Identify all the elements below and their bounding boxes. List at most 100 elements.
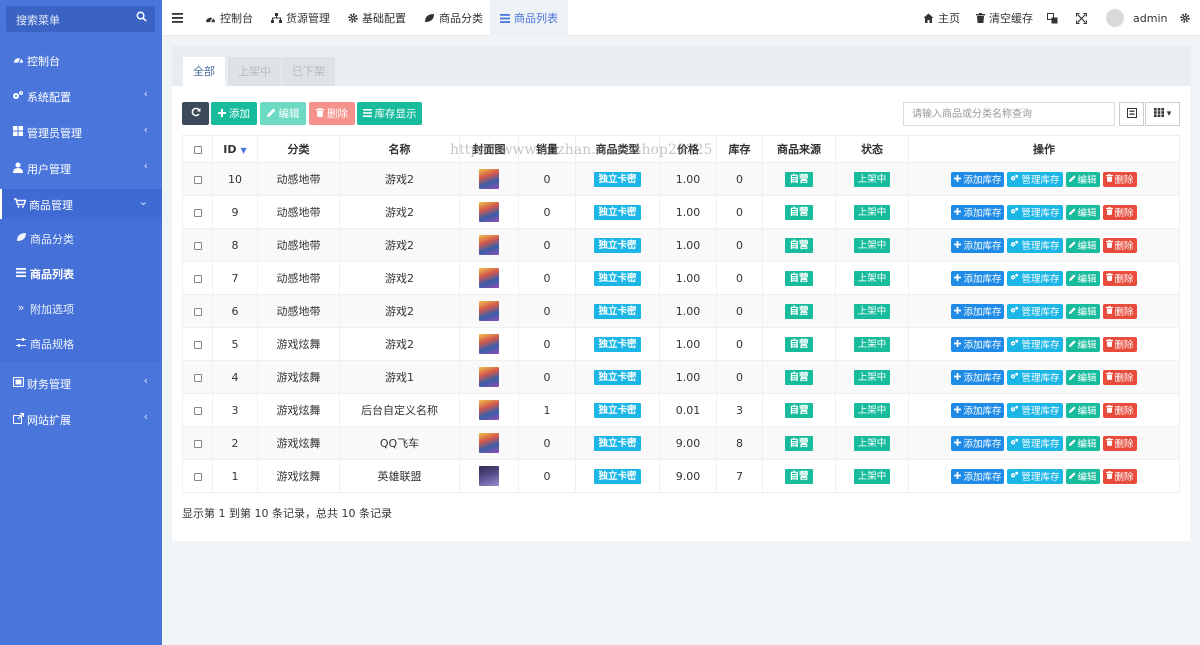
cover-thumbnail[interactable] [479,400,499,420]
row-delete-button[interactable]: 删除 [1102,171,1137,187]
row-delete-button[interactable]: 删除 [1102,270,1137,286]
tab-dashboard[interactable]: 控制台 [205,0,253,36]
cover-thumbnail[interactable] [479,235,499,255]
row-checkbox[interactable] [193,373,202,382]
status-toggle[interactable]: 上架中 [853,369,891,385]
add-stock-button[interactable]: 添加库存 [951,237,1005,253]
table-row[interactable]: 8 动感地带 游戏2 0 独立卡密 1.00 0 自营 上架中 添加库存 管理库存 编辑 删除 [182,228,1180,262]
filter-tab-all[interactable]: 全部 [183,57,225,86]
sidebar-search[interactable]: 搜索菜单 [6,6,155,32]
filter-tab-on-shelf[interactable]: 上架中 [228,57,281,86]
row-delete-button[interactable]: 删除 [1102,402,1137,418]
sidebar-item-admin-manage[interactable]: 管理员管理 ‹ [0,117,162,147]
status-toggle[interactable]: 上架中 [853,171,891,187]
row-checkbox[interactable] [193,439,202,448]
refresh-button[interactable] [182,102,209,125]
row-edit-button[interactable]: 编辑 [1065,369,1100,385]
add-button[interactable]: 添加 [211,102,257,125]
manage-stock-button[interactable]: 管理库存 [1007,336,1063,352]
manage-stock-button[interactable]: 管理库存 [1007,171,1063,187]
manage-stock-button[interactable]: 管理库存 [1007,435,1063,451]
row-checkbox[interactable] [193,274,202,283]
columns-dropdown-button[interactable]: ▾ [1145,102,1180,126]
submenu-item-addon-options[interactable]: » 附加选项 [0,293,162,323]
row-edit-button[interactable]: 编辑 [1065,237,1100,253]
manage-stock-button[interactable]: 管理库存 [1007,303,1063,319]
status-toggle[interactable]: 上架中 [853,402,891,418]
row-checkbox[interactable] [193,175,202,184]
manage-stock-button[interactable]: 管理库存 [1007,402,1063,418]
add-stock-button[interactable]: 添加库存 [951,369,1005,385]
settings-button[interactable] [1180,0,1190,36]
row-checkbox[interactable] [193,406,202,415]
manage-stock-button[interactable]: 管理库存 [1007,204,1063,220]
table-row[interactable]: 1 游戏炫舞 英雄联盟 0 独立卡密 9.00 7 自营 上架中 添加库存 管理库存 编辑 删除 [182,459,1180,493]
row-edit-button[interactable]: 编辑 [1065,336,1100,352]
home-button[interactable]: 主页 [923,0,960,36]
column-header-id[interactable]: ID ▼ [212,135,258,163]
sidebar-item-finance[interactable]: 财务管理 ‹ [0,368,162,398]
row-delete-button[interactable]: 删除 [1102,237,1137,253]
row-edit-button[interactable]: 编辑 [1065,468,1100,484]
cover-thumbnail[interactable] [479,301,499,321]
cover-thumbnail[interactable] [479,367,499,387]
edit-button[interactable]: 编辑 [260,102,306,125]
submenu-item-specs[interactable]: 商品规格 [0,328,162,358]
row-delete-button[interactable]: 删除 [1102,204,1137,220]
sidebar-item-system-config[interactable]: 系统配置 ‹ [0,81,162,111]
status-toggle[interactable]: 上架中 [853,270,891,286]
row-edit-button[interactable]: 编辑 [1065,270,1100,286]
status-toggle[interactable]: 上架中 [853,303,891,319]
add-stock-button[interactable]: 添加库存 [951,171,1005,187]
add-stock-button[interactable]: 添加库存 [951,468,1005,484]
filter-tab-off-shelf[interactable]: 已下架 [282,57,335,86]
row-edit-button[interactable]: 编辑 [1065,402,1100,418]
table-row[interactable]: 5 游戏炫舞 游戏2 0 独立卡密 1.00 0 自营 上架中 添加库存 管理库存 编辑 删除 [182,327,1180,361]
row-edit-button[interactable]: 编辑 [1065,303,1100,319]
add-stock-button[interactable]: 添加库存 [951,435,1005,451]
tab-product-list[interactable]: 商品列表 [490,0,568,36]
sidebar-item-product-manage[interactable]: 商品管理 ⌄ [0,189,162,219]
cover-thumbnail[interactable] [479,268,499,288]
cover-thumbnail[interactable] [479,169,499,189]
row-delete-button[interactable]: 删除 [1102,468,1137,484]
add-stock-button[interactable]: 添加库存 [951,303,1005,319]
row-delete-button[interactable]: 删除 [1102,303,1137,319]
row-edit-button[interactable]: 编辑 [1065,204,1100,220]
table-row[interactable]: 6 动感地带 游戏2 0 独立卡密 1.00 0 自营 上架中 添加库存 管理库存 编辑 删除 [182,294,1180,328]
table-row[interactable]: 4 游戏炫舞 游戏1 0 独立卡密 1.00 0 自营 上架中 添加库存 管理库存 编辑 删除 [182,360,1180,394]
delete-button[interactable]: 删除 [309,102,355,125]
clear-cache-button[interactable]: 清空缓存 [976,0,1033,36]
status-toggle[interactable]: 上架中 [853,435,891,451]
sidebar-item-dashboard[interactable]: 控制台 [0,45,162,75]
row-checkbox[interactable] [193,307,202,316]
language-button[interactable] [1047,0,1058,36]
sidebar-item-site-extension[interactable]: 网站扩展 ‹ [0,404,162,434]
search-icon[interactable] [136,11,147,25]
table-row[interactable]: 7 动感地带 游戏2 0 独立卡密 1.00 0 自营 上架中 添加库存 管理库存 编辑 删除 [182,261,1180,295]
submenu-item-category[interactable]: 商品分类 [0,223,162,253]
cover-thumbnail[interactable] [479,466,499,486]
cover-thumbnail[interactable] [479,202,499,222]
manage-stock-button[interactable]: 管理库存 [1007,369,1063,385]
row-edit-button[interactable]: 编辑 [1065,171,1100,187]
table-row[interactable]: 2 游戏炫舞 QQ飞车 0 独立卡密 9.00 8 自营 上架中 添加库存 管理库存 编辑 删除 [182,426,1180,460]
row-checkbox[interactable] [193,241,202,250]
table-row[interactable]: 3 游戏炫舞 后台自定义名称 1 独立卡密 0.01 3 自营 上架中 添加库存 管理库存 编辑 删除 [182,393,1180,427]
stock-display-button[interactable]: 库存显示 [357,102,422,125]
table-row[interactable]: 9 动感地带 游戏2 0 独立卡密 1.00 0 自营 上架中 添加库存 管理库存 编辑 删除 [182,195,1180,229]
cover-thumbnail[interactable] [479,433,499,453]
add-stock-button[interactable]: 添加库存 [951,336,1005,352]
add-stock-button[interactable]: 添加库存 [951,402,1005,418]
status-toggle[interactable]: 上架中 [853,204,891,220]
sidebar-item-user-manage[interactable]: 用户管理 ‹ [0,153,162,183]
tab-basic-config[interactable]: 基础配置 [348,0,406,36]
row-delete-button[interactable]: 删除 [1102,369,1137,385]
status-toggle[interactable]: 上架中 [853,336,891,352]
row-delete-button[interactable]: 删除 [1102,336,1137,352]
table-row[interactable]: 10 动感地带 游戏2 0 独立卡密 1.00 0 自营 上架中 添加库存 管理库存 编辑 删除 [182,162,1180,196]
fullscreen-button[interactable] [1076,0,1087,36]
manage-stock-button[interactable]: 管理库存 [1007,270,1063,286]
manage-stock-button[interactable]: 管理库存 [1007,237,1063,253]
user-menu[interactable]: admin [1106,0,1167,36]
